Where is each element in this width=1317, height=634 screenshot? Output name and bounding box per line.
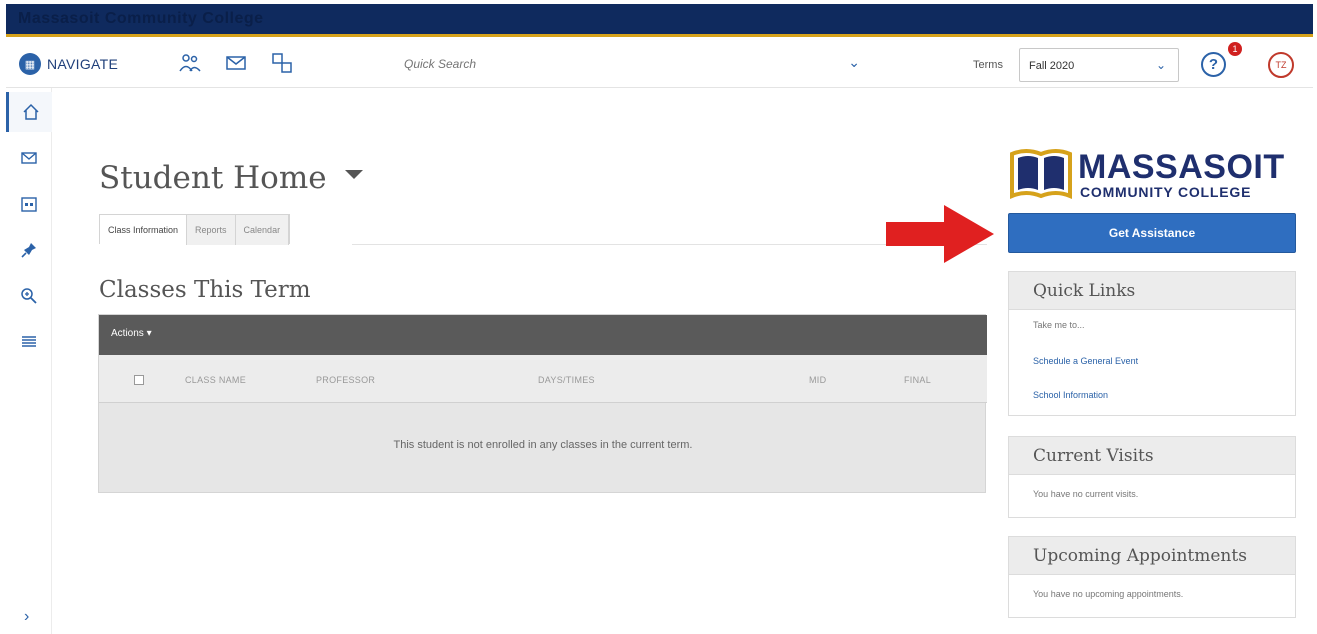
quick-search-input[interactable] xyxy=(394,50,874,78)
chevron-down-icon: ⌄ xyxy=(1155,58,1166,72)
people-icon[interactable] xyxy=(178,52,202,74)
workflow-icon[interactable] xyxy=(270,52,294,74)
upcoming-appointments-panel: Upcoming Appointments You have no upcomi… xyxy=(1008,536,1296,618)
tab-class-information[interactable]: Class Information xyxy=(100,215,188,245)
table-header: CLASS NAME PROFESSOR DAYS/TIMES MID FINA… xyxy=(99,355,987,403)
actions-menu[interactable]: Actions ▾ xyxy=(111,328,152,339)
schedule-event-link[interactable]: Schedule a General Event xyxy=(1033,356,1271,366)
mail-icon[interactable] xyxy=(6,138,52,178)
terms-select[interactable]: Fall 2020 ⌄ xyxy=(1019,48,1179,82)
left-sidebar xyxy=(6,88,52,634)
column-days-times[interactable]: DAYS/TIMES xyxy=(538,375,595,385)
column-final[interactable]: FINAL xyxy=(904,375,931,385)
current-visits-body: You have no current visits. xyxy=(1033,489,1139,499)
zoom-icon[interactable] xyxy=(6,276,52,316)
banner-title: Massasoit Community College xyxy=(18,10,264,27)
home-icon[interactable] xyxy=(6,92,52,132)
book-logo-icon xyxy=(1010,149,1072,200)
pin-icon[interactable] xyxy=(6,230,52,270)
table-toolbar: Actions ▾ xyxy=(99,315,987,355)
classes-table: Actions ▾ CLASS NAME PROFESSOR DAYS/TIME… xyxy=(98,314,987,493)
list-icon[interactable] xyxy=(6,322,52,362)
title-dropdown-icon[interactable] xyxy=(345,170,363,179)
college-logo: MASSASOIT COMMUNITY COLLEGE xyxy=(1008,146,1298,202)
tab-bar: Class Information Reports Calendar xyxy=(99,214,291,245)
get-assistance-button[interactable]: Get Assistance xyxy=(1008,213,1296,253)
current-visits-title: Current Visits xyxy=(1009,437,1295,475)
quick-links-title: Quick Links xyxy=(1009,272,1295,310)
calendar-icon[interactable] xyxy=(6,184,52,224)
sidebar-expand-icon[interactable]: › xyxy=(24,608,29,626)
chevron-down-icon[interactable]: ⌄ xyxy=(848,54,860,71)
navigate-logo-icon[interactable]: ▦ xyxy=(19,53,41,75)
top-banner: Massasoit Community College xyxy=(6,4,1313,37)
terms-label: Terms xyxy=(973,59,1003,71)
avatar[interactable]: TZ xyxy=(1268,52,1294,78)
current-visits-panel: Current Visits You have no current visit… xyxy=(1008,436,1296,518)
terms-value: Fall 2020 xyxy=(1029,60,1075,72)
quick-search[interactable]: ⌄ xyxy=(394,50,874,78)
notification-badge: 1 xyxy=(1228,42,1242,56)
classes-title: Classes This Term xyxy=(99,277,311,303)
select-all-checkbox[interactable] xyxy=(134,375,144,385)
column-class-name[interactable]: CLASS NAME xyxy=(185,375,246,385)
top-navbar: ▦ NAVIGATE ⌄ Terms Fall 2020 ⌄ ? 1 TZ xyxy=(6,40,1313,88)
tab-reports[interactable]: Reports xyxy=(187,215,236,245)
school-information-link[interactable]: School Information xyxy=(1033,390,1271,400)
logo-main-text: MASSASOIT xyxy=(1078,148,1285,186)
column-mid[interactable]: MID xyxy=(809,375,826,385)
quick-links-intro: Take me to... xyxy=(1033,320,1085,330)
empty-message: This student is not enrolled in any clas… xyxy=(393,439,693,451)
quick-links-body: Take me to... Schedule a General Event S… xyxy=(1009,310,1295,412)
page-title: Student Home xyxy=(99,160,327,196)
column-professor[interactable]: PROFESSOR xyxy=(316,375,375,385)
quick-links-panel: Quick Links Take me to... Schedule a Gen… xyxy=(1008,271,1296,416)
mail-icon[interactable] xyxy=(224,52,248,74)
annotation-arrow-icon xyxy=(886,205,994,263)
upcoming-appointments-body: You have no upcoming appointments. xyxy=(1033,589,1184,599)
upcoming-appointments-title: Upcoming Appointments xyxy=(1009,537,1295,575)
help-icon[interactable]: ? xyxy=(1201,52,1226,77)
brand-label[interactable]: NAVIGATE xyxy=(47,56,118,72)
logo-sub-text: COMMUNITY COLLEGE xyxy=(1080,184,1252,200)
tab-calendar[interactable]: Calendar xyxy=(235,215,290,245)
